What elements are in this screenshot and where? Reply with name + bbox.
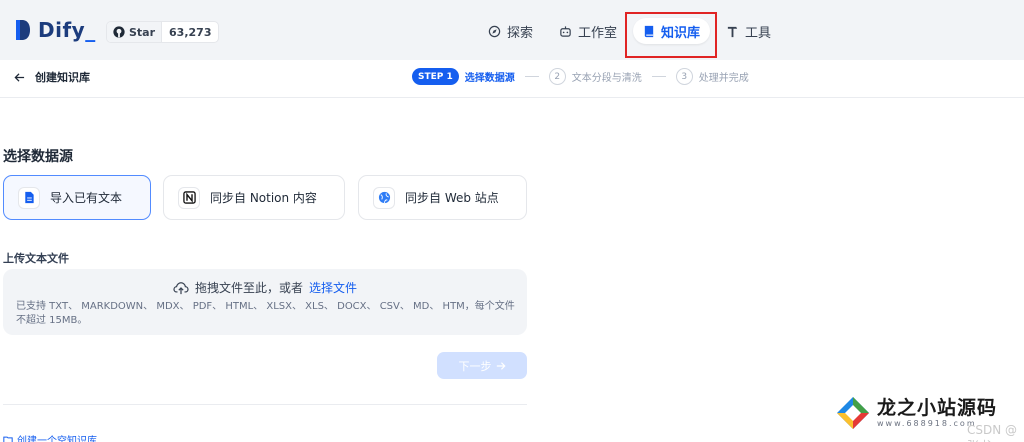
arrow-left-icon [14, 72, 25, 82]
next-step-button[interactable]: 下一步 [437, 352, 527, 379]
next-step-label: 下一步 [458, 359, 492, 373]
step-connector [524, 76, 539, 77]
watermark: 龙之小站源码 www.688918.com CSDN @ 张书 [835, 393, 1020, 442]
source-notion-label: 同步自 Notion 内容 [210, 191, 317, 205]
folder-icon [3, 436, 13, 442]
hammer-icon [727, 26, 738, 37]
github-star-button[interactable]: Star 63,273 [106, 21, 220, 43]
nav-tools-label: 工具 [745, 25, 772, 41]
watermark-author: CSDN @ 张书 [967, 423, 1018, 442]
file-text-icon [18, 186, 40, 209]
compass-icon [488, 25, 501, 37]
step-3-badge: 3 [675, 68, 693, 85]
github-star-count: 63,273 [169, 25, 212, 39]
dify-logo[interactable]: Dify_ [14, 18, 96, 42]
source-web-label: 同步自 Web 站点 [405, 191, 499, 205]
watermark-url: www.688918.com [877, 419, 977, 428]
nav-tools[interactable]: 工具 [716, 18, 781, 44]
step-1-label: 选择数据源 [464, 73, 515, 84]
robot-icon [560, 25, 571, 37]
drop-text: 拖拽文件至此，或者 [194, 281, 303, 295]
source-import-text-label: 导入已有文本 [50, 191, 123, 205]
step-indicator: STEP 1 选择数据源 2 文本分段与清洗 3 处理并完成 [412, 68, 749, 85]
divider [3, 404, 527, 405]
arrow-right-icon [496, 361, 506, 370]
drop-main-text: 拖拽文件至此，或者 选择文件 [3, 279, 527, 296]
nav-explore-label: 探索 [507, 25, 534, 41]
step-bar: 创建知识库 STEP 1 选择数据源 2 文本分段与清洗 3 处理并完成 [0, 60, 1024, 98]
top-header: Dify_ Star 63,273 探索 工作室 知识库 工具 [0, 0, 1024, 60]
logo-text: Dify_ [38, 18, 96, 42]
create-empty-knowledge-link[interactable]: 创建一个空知识库 [3, 432, 97, 442]
nav-studio[interactable]: 工作室 [549, 18, 627, 44]
create-empty-knowledge-label: 创建一个空知识库 [17, 436, 97, 442]
watermark-title: 龙之小站源码 [877, 397, 998, 419]
select-file-link[interactable]: 选择文件 [309, 279, 357, 296]
upload-label: 上传文本文件 [3, 252, 69, 265]
file-dropzone[interactable]: 拖拽文件至此，或者 选择文件 已支持 TXT、 MARKDOWN、 MDX、 P… [3, 269, 527, 335]
step-1-badge: STEP 1 [412, 68, 459, 85]
source-import-text[interactable]: 导入已有文本 [3, 175, 151, 220]
notion-icon [178, 186, 200, 209]
step-2-badge: 2 [548, 68, 566, 85]
step-2-label: 文本分段与清洗 [571, 73, 642, 84]
watermark-logo-icon [837, 397, 869, 429]
source-web[interactable]: 同步自 Web 站点 [358, 175, 527, 220]
github-star-left: Star [107, 22, 163, 42]
step-connector [651, 76, 666, 77]
cloud-upload-icon [173, 281, 189, 294]
section-title: 选择数据源 [3, 149, 73, 165]
back-button[interactable]: 创建知识库 [14, 69, 90, 85]
github-star-label: Star [129, 25, 156, 39]
step-3-label: 处理并完成 [698, 73, 749, 84]
supported-formats-hint: 已支持 TXT、 MARKDOWN、 MDX、 PDF、 HTML、 XLSX、… [16, 301, 515, 326]
nav-studio-label: 工作室 [578, 25, 618, 41]
source-notion[interactable]: 同步自 Notion 内容 [163, 175, 345, 220]
dify-logo-icon [16, 20, 30, 40]
back-label: 创建知识库 [35, 71, 90, 84]
github-icon [113, 26, 125, 38]
web-icon [373, 186, 395, 209]
nav-explore[interactable]: 探索 [478, 18, 543, 44]
highlight-annotation [625, 12, 717, 58]
